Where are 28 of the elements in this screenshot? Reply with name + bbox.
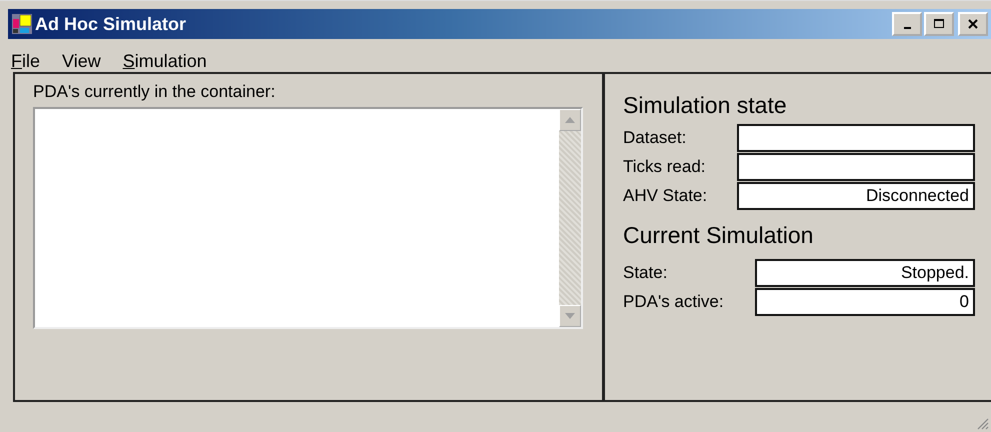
- menu-item[interactable]: View: [62, 51, 101, 69]
- menu-item[interactable]: File: [11, 51, 40, 69]
- section-heading: Current Simulation: [623, 222, 814, 249]
- value-field: Disconnected: [737, 182, 975, 210]
- field-label: Dataset:: [623, 127, 688, 149]
- minimize-icon: [904, 27, 910, 29]
- pda-list[interactable]: [33, 107, 583, 329]
- field-label: Ticks read:: [623, 156, 707, 178]
- window-title: Ad Hoc Simulator: [35, 14, 188, 34]
- up-arrow-icon: [565, 117, 575, 123]
- field-label: PDA's active:: [623, 291, 725, 313]
- section-heading: Simulation state: [623, 92, 788, 119]
- scrollbar[interactable]: [559, 109, 581, 327]
- field-label: State:: [623, 262, 668, 284]
- close-button[interactable]: [958, 12, 988, 36]
- app-icon: [12, 14, 32, 34]
- list-label: PDA's currently in the container:: [33, 82, 276, 102]
- maximize-icon: [933, 18, 945, 30]
- scroll-down-button[interactable]: [559, 305, 581, 327]
- value-field: 0: [755, 288, 975, 316]
- maximize-button[interactable]: [924, 12, 954, 36]
- value-field: Stopped.: [755, 259, 975, 287]
- down-arrow-icon: [565, 313, 575, 319]
- menu-item[interactable]: Simulation: [122, 51, 207, 69]
- field-label: AHV State:: [623, 185, 708, 207]
- close-icon: [967, 18, 979, 30]
- scroll-up-button[interactable]: [559, 109, 581, 131]
- resize-grip-icon[interactable]: [977, 418, 989, 430]
